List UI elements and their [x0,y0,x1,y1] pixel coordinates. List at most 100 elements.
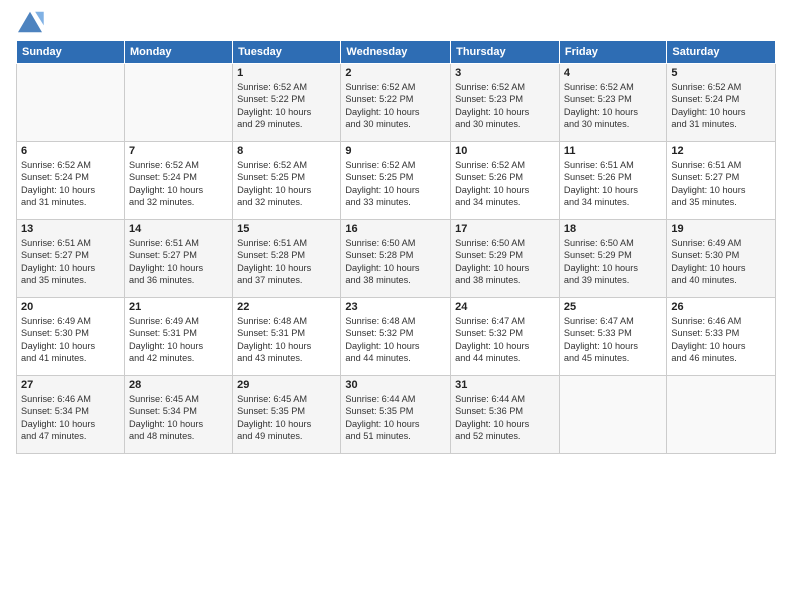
calendar-cell: 20Sunrise: 6:49 AM Sunset: 5:30 PM Dayli… [17,298,125,376]
day-detail: Sunrise: 6:51 AM Sunset: 5:27 PM Dayligh… [21,237,120,287]
calendar-cell: 25 Sunrise: 6:47 AM Sunset: 5:33 PM Dayli… [559,298,667,376]
calendar-cell: 13 Sunrise: 6:51 AM Sunset: 5:27 PM Dayli… [17,220,125,298]
day-detail: Sunrise: 6:52 AM Sunset: 5:26 PM Dayligh… [455,159,555,209]
week-row-1: 1 Sunrise: 6:52 AM Sunset: 5:22 PM Daylig… [17,64,776,142]
calendar-cell: 19 Sunrise: 6:49 AM Sunset: 5:30 PM Dayli… [667,220,776,298]
day-detail: Sunrise: 6:48 AM Sunset: 5:32 PM Dayligh… [345,315,446,365]
calendar-cell [559,376,667,454]
day-number: 19 [671,223,771,235]
calendar-cell: 21 Sunrise: 6:49 AM Sunset: 5:31 PM Dayli… [124,298,232,376]
day-number: 29 [237,379,336,391]
calendar-cell: 30Sunrise: 6:44 AM Sunset: 5:35 PM Dayli… [341,376,451,454]
calendar-cell [17,64,125,142]
day-detail: Sunrise: 6:47 AM Sunset: 5:33 PM Dayligh… [564,315,663,365]
calendar-cell: 22 Sunrise: 6:48 AM Sunset: 5:31 PM Dayli… [233,298,341,376]
week-row-2: 6 Sunrise: 6:52 AM Sunset: 5:24 PM Daylig… [17,142,776,220]
week-row-5: 27 Sunrise: 6:46 AM Sunset: 5:34 PM Dayli… [17,376,776,454]
day-detail: Sunrise: 6:50 AM Sunset: 5:29 PM Dayligh… [564,237,663,287]
day-detail: Sunrise: 6:52 AM Sunset: 5:24 PM Dayligh… [129,159,228,209]
day-number: 14 [129,223,228,235]
calendar-cell: 11Sunrise: 6:51 AM Sunset: 5:26 PM Dayli… [559,142,667,220]
day-detail: Sunrise: 6:45 AM Sunset: 5:35 PM Dayligh… [237,393,336,443]
day-number: 13 [21,223,120,235]
day-detail: Sunrise: 6:52 AM Sunset: 5:23 PM Dayligh… [455,81,555,131]
calendar-cell: 9 Sunrise: 6:52 AM Sunset: 5:25 PM Daylig… [341,142,451,220]
day-detail: Sunrise: 6:48 AM Sunset: 5:31 PM Dayligh… [237,315,336,365]
day-detail: Sunrise: 6:51 AM Sunset: 5:27 PM Dayligh… [671,159,771,209]
day-number: 24 [455,301,555,313]
calendar: SundayMondayTuesdayWednesdayThursdayFrid… [16,40,776,454]
day-detail: Sunrise: 6:52 AM Sunset: 5:22 PM Dayligh… [237,81,336,131]
calendar-cell: 10Sunrise: 6:52 AM Sunset: 5:26 PM Dayli… [451,142,560,220]
calendar-cell: 5 Sunrise: 6:52 AM Sunset: 5:24 PM Daylig… [667,64,776,142]
day-number: 1 [237,67,336,79]
calendar-cell: 16 Sunrise: 6:50 AM Sunset: 5:28 PM Dayli… [341,220,451,298]
day-detail: Sunrise: 6:50 AM Sunset: 5:28 PM Dayligh… [345,237,446,287]
day-detail: Sunrise: 6:49 AM Sunset: 5:30 PM Dayligh… [21,315,120,365]
calendar-cell: 8Sunrise: 6:52 AM Sunset: 5:25 PM Daylig… [233,142,341,220]
day-number: 22 [237,301,336,313]
day-number: 17 [455,223,555,235]
weekday-header-friday: Friday [559,41,667,64]
day-number: 6 [21,145,120,157]
calendar-cell: 1 Sunrise: 6:52 AM Sunset: 5:22 PM Daylig… [233,64,341,142]
day-number: 11 [564,145,663,157]
calendar-cell [124,64,232,142]
calendar-cell: 31Sunrise: 6:44 AM Sunset: 5:36 PM Dayli… [451,376,560,454]
page: SundayMondayTuesdayWednesdayThursdayFrid… [0,0,792,464]
day-detail: Sunrise: 6:52 AM Sunset: 5:25 PM Dayligh… [345,159,446,209]
day-number: 30 [345,379,446,391]
day-number: 31 [455,379,555,391]
day-number: 21 [129,301,228,313]
day-number: 25 [564,301,663,313]
day-detail: Sunrise: 6:46 AM Sunset: 5:33 PM Dayligh… [671,315,771,365]
day-detail: Sunrise: 6:47 AM Sunset: 5:32 PM Dayligh… [455,315,555,365]
day-detail: Sunrise: 6:49 AM Sunset: 5:30 PM Dayligh… [671,237,771,287]
day-detail: Sunrise: 6:45 AM Sunset: 5:34 PM Dayligh… [129,393,228,443]
weekday-header-thursday: Thursday [451,41,560,64]
day-detail: Sunrise: 6:51 AM Sunset: 5:27 PM Dayligh… [129,237,228,287]
day-number: 28 [129,379,228,391]
day-number: 9 [345,145,446,157]
calendar-cell: 14 Sunrise: 6:51 AM Sunset: 5:27 PM Dayli… [124,220,232,298]
day-detail: Sunrise: 6:52 AM Sunset: 5:23 PM Dayligh… [564,81,663,131]
header [16,10,776,34]
calendar-cell: 27 Sunrise: 6:46 AM Sunset: 5:34 PM Dayli… [17,376,125,454]
calendar-cell: 18Sunrise: 6:50 AM Sunset: 5:29 PM Dayli… [559,220,667,298]
day-number: 5 [671,67,771,79]
day-number: 7 [129,145,228,157]
calendar-body: 1 Sunrise: 6:52 AM Sunset: 5:22 PM Daylig… [17,64,776,454]
calendar-cell: 4 Sunrise: 6:52 AM Sunset: 5:23 PM Daylig… [559,64,667,142]
day-detail: Sunrise: 6:52 AM Sunset: 5:25 PM Dayligh… [237,159,336,209]
day-number: 16 [345,223,446,235]
day-number: 23 [345,301,446,313]
day-number: 15 [237,223,336,235]
calendar-cell: 23 Sunrise: 6:48 AM Sunset: 5:32 PM Dayli… [341,298,451,376]
calendar-cell: 3 Sunrise: 6:52 AM Sunset: 5:23 PM Daylig… [451,64,560,142]
calendar-cell: 24 Sunrise: 6:47 AM Sunset: 5:32 PM Dayli… [451,298,560,376]
week-row-3: 13 Sunrise: 6:51 AM Sunset: 5:27 PM Dayli… [17,220,776,298]
day-detail: Sunrise: 6:50 AM Sunset: 5:29 PM Dayligh… [455,237,555,287]
logo-icon [16,10,44,34]
day-detail: Sunrise: 6:46 AM Sunset: 5:34 PM Dayligh… [21,393,120,443]
day-detail: Sunrise: 6:52 AM Sunset: 5:22 PM Dayligh… [345,81,446,131]
calendar-cell: 7 Sunrise: 6:52 AM Sunset: 5:24 PM Daylig… [124,142,232,220]
day-number: 12 [671,145,771,157]
calendar-cell [667,376,776,454]
day-number: 26 [671,301,771,313]
day-detail: Sunrise: 6:52 AM Sunset: 5:24 PM Dayligh… [671,81,771,131]
day-detail: Sunrise: 6:49 AM Sunset: 5:31 PM Dayligh… [129,315,228,365]
day-number: 2 [345,67,446,79]
weekday-header-tuesday: Tuesday [233,41,341,64]
calendar-cell: 17 Sunrise: 6:50 AM Sunset: 5:29 PM Dayli… [451,220,560,298]
weekday-row: SundayMondayTuesdayWednesdayThursdayFrid… [17,41,776,64]
weekday-header-saturday: Saturday [667,41,776,64]
logo [16,10,48,34]
day-number: 27 [21,379,120,391]
weekday-header-sunday: Sunday [17,41,125,64]
calendar-cell: 2 Sunrise: 6:52 AM Sunset: 5:22 PM Daylig… [341,64,451,142]
day-number: 3 [455,67,555,79]
day-detail: Sunrise: 6:52 AM Sunset: 5:24 PM Dayligh… [21,159,120,209]
day-number: 4 [564,67,663,79]
weekday-header-wednesday: Wednesday [341,41,451,64]
